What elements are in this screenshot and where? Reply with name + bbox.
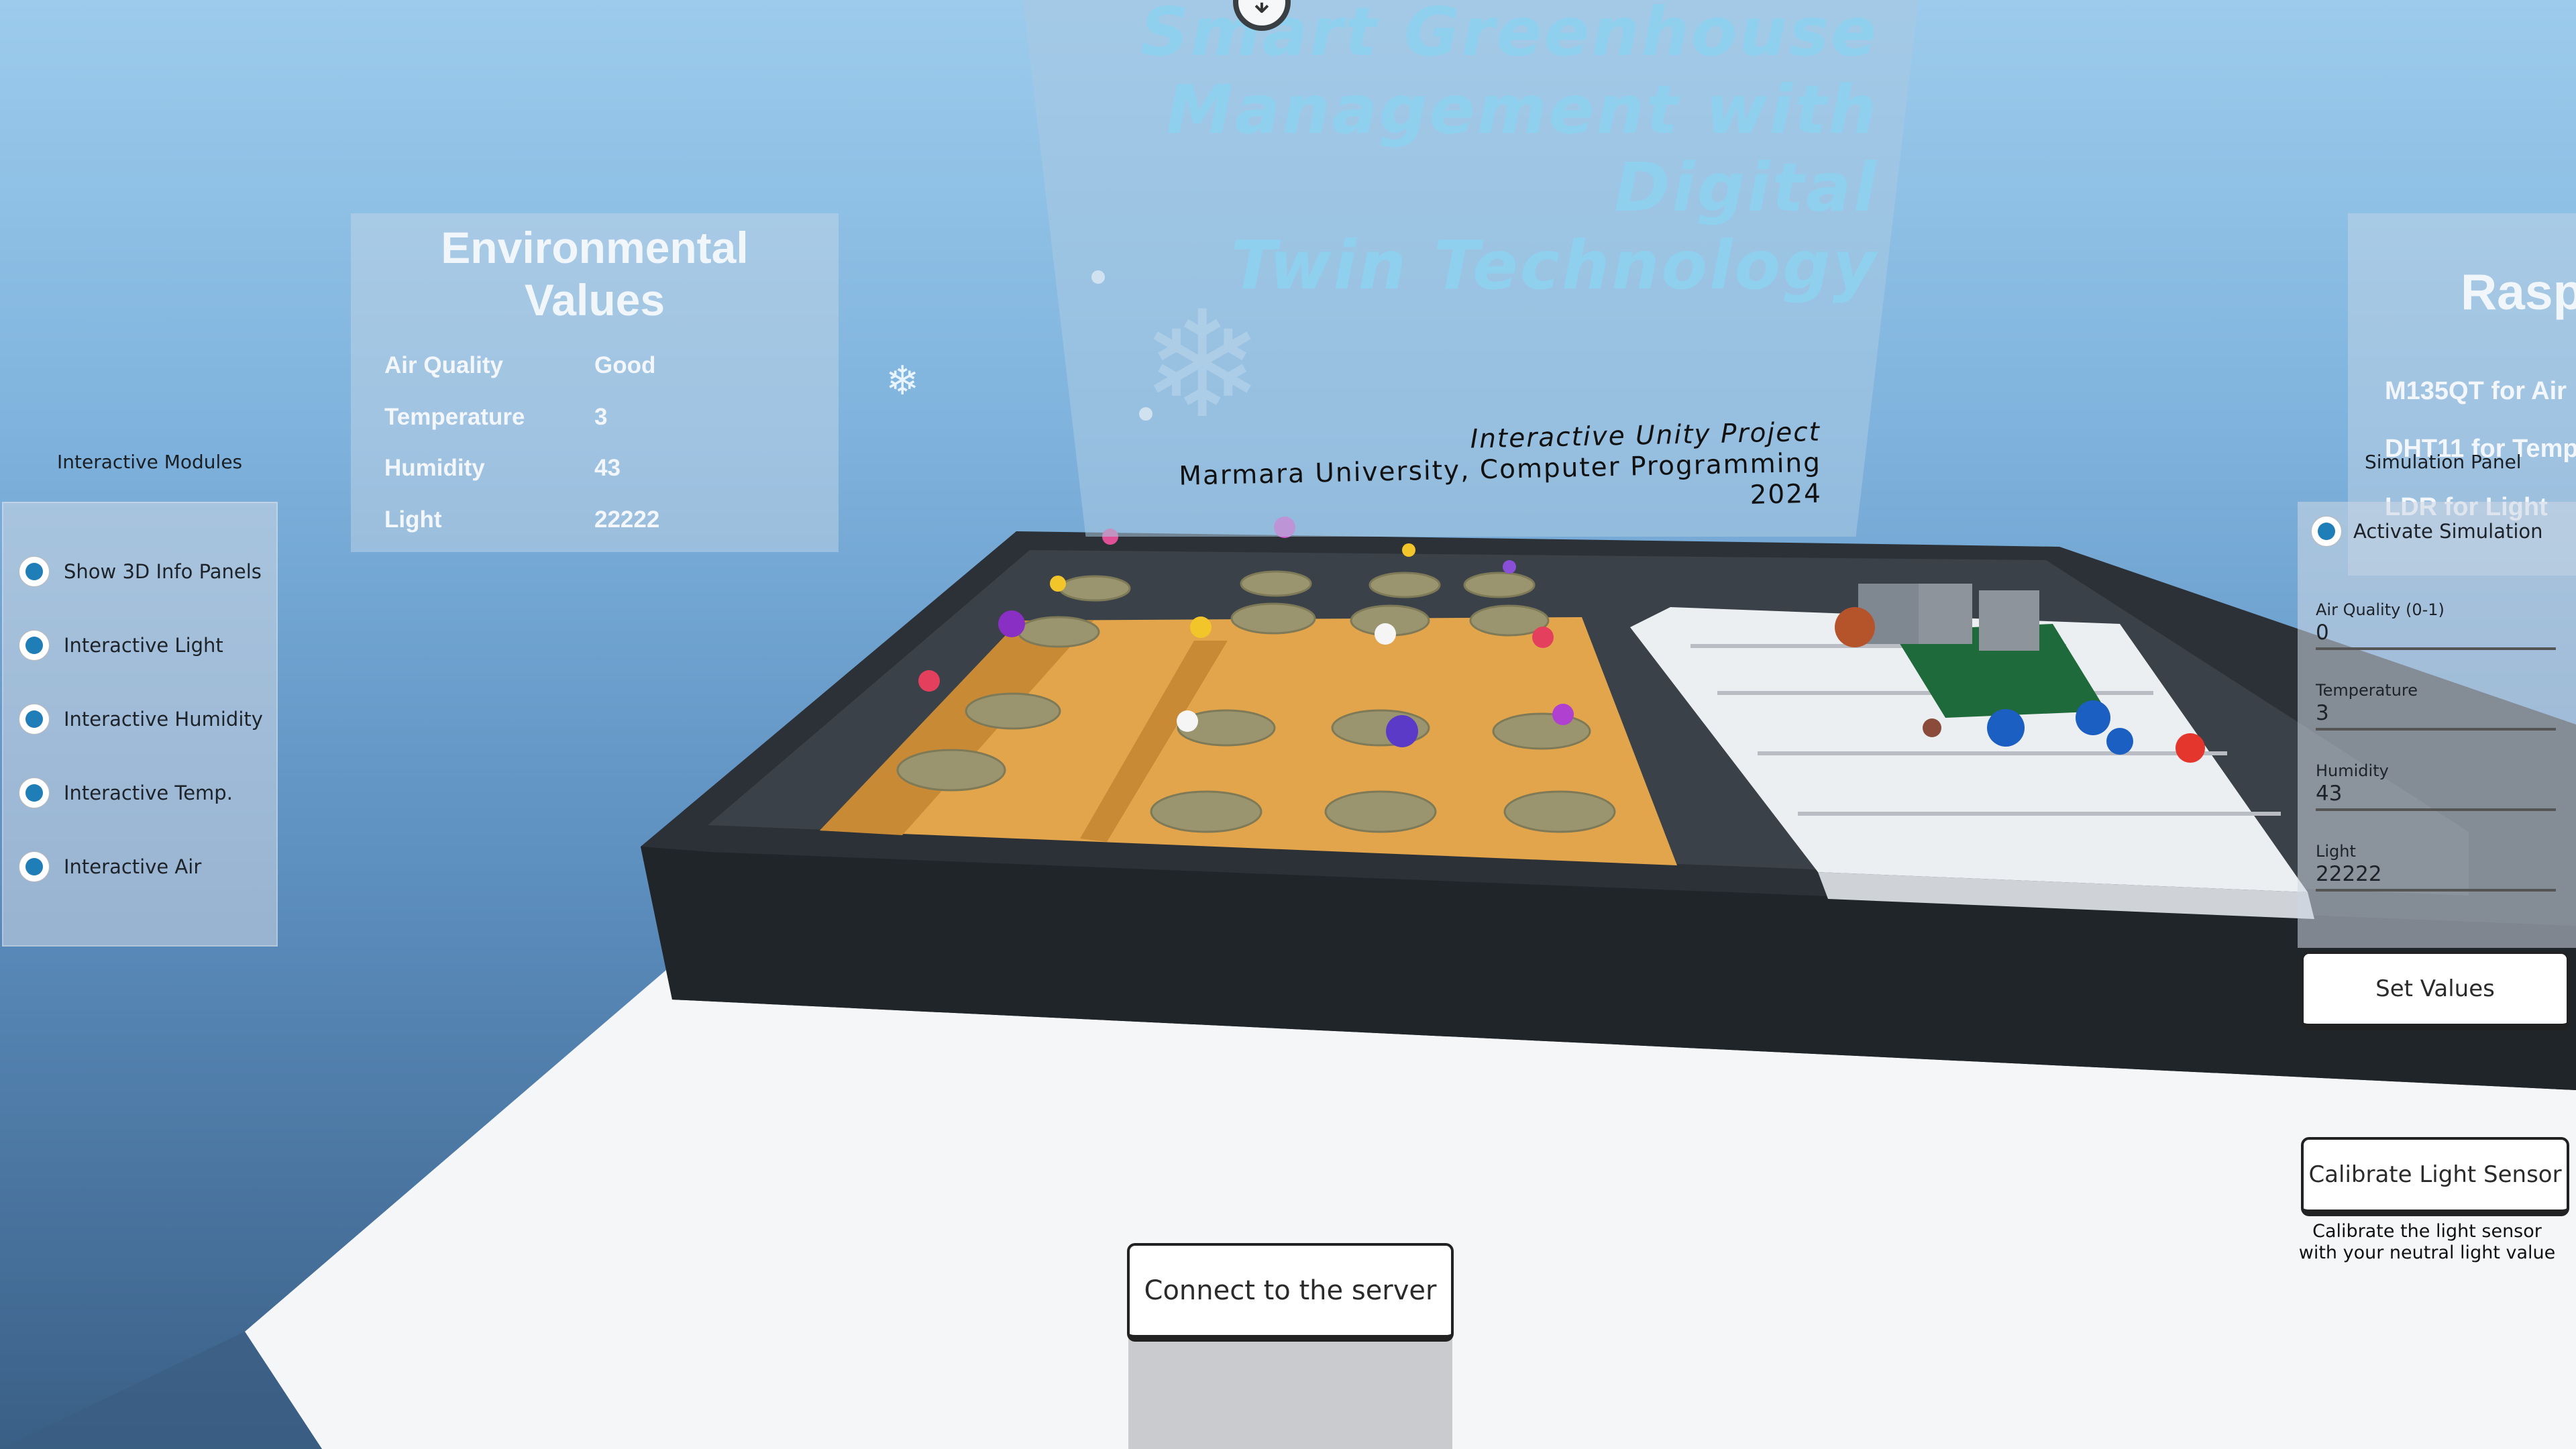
toggle-label: Interactive Light [64,634,223,657]
modules-caption: Interactive Modules [57,451,243,473]
light-input[interactable]: 22222 [2316,862,2556,892]
simulation-caption: Simulation Panel [2365,451,2522,473]
radio-checked-icon [19,852,49,881]
field-label: Temperature [2316,681,2418,700]
greenhouse-scene: ❄ ❄ Smart Greenhouse Management with Dig… [0,0,2576,1449]
toggle-show-3d-info-panels[interactable]: Show 3D Info Panels [19,557,262,586]
calibrate-light-sensor-button[interactable]: Calibrate Light Sensor [2301,1137,2569,1216]
toggle-interactive-air[interactable]: Interactive Air [19,852,201,881]
project-credits: Interactive Unity Project Marmara Univer… [1153,417,1823,524]
toggle-interactive-temp[interactable]: Interactive Temp. [19,778,233,808]
env-label: Humidity [384,455,485,481]
radio-checked-icon [19,631,49,660]
interactive-modules-panel: Show 3D Info Panels Interactive Light In… [2,502,278,947]
set-values-button[interactable]: Set Values [2301,951,2569,1030]
env-label: Air Quality [384,352,503,378]
sim-field-temperature[interactable]: Temperature 3 [2316,681,2556,731]
env-value: 22222 [594,506,660,533]
toggle-interactive-light[interactable]: Interactive Light [19,631,223,660]
toggle-activate-simulation[interactable]: Activate Simulation [2312,517,2543,546]
field-label: Humidity [2316,761,2389,780]
toggle-interactive-humidity[interactable]: Interactive Humidity [19,704,263,734]
radio-checked-icon [19,778,49,808]
calibrate-note: Calibrate the light sensor with your neu… [2298,1221,2556,1263]
project-title: Smart Greenhouse Management with Digital… [1140,0,1878,305]
air-quality-input[interactable]: 0 [2316,621,2556,650]
field-label: Air Quality (0-1) [2316,600,2445,619]
connect-to-server-button[interactable]: Connect to the server [1127,1243,1454,1342]
radio-checked-icon [19,704,49,734]
field-label: Light [2316,842,2356,861]
svg-text:❄: ❄ [885,358,919,405]
env-label: Light [384,506,442,533]
toggle-label: Show 3D Info Panels [64,560,262,583]
sim-field-humidity[interactable]: Humidity 43 [2316,761,2556,811]
toggle-label: Activate Simulation [2353,520,2543,543]
toggle-label: Interactive Humidity [64,708,263,731]
env-value: Good [594,352,656,378]
radio-checked-icon [19,557,49,586]
toggle-label: Interactive Temp. [64,782,233,804]
toggle-label: Interactive Air [64,855,202,878]
env-label: Temperature [384,404,525,430]
radio-checked-icon [2312,517,2341,546]
humidity-input[interactable]: 43 [2316,782,2556,811]
raspberry-panel-title: Rasp [2461,264,2576,320]
sensor-line-air: M135QT for Air [2385,377,2567,405]
arrow-down-icon: ⇣ [1248,0,1276,21]
temperature-input[interactable]: 3 [2316,701,2556,731]
env-value: 3 [594,404,608,430]
sim-field-air-quality[interactable]: Air Quality (0-1) 0 [2316,600,2556,650]
environmental-values-title: Environmental Values [441,223,749,325]
sim-field-light[interactable]: Light 22222 [2316,842,2556,892]
env-value: 43 [594,455,621,481]
